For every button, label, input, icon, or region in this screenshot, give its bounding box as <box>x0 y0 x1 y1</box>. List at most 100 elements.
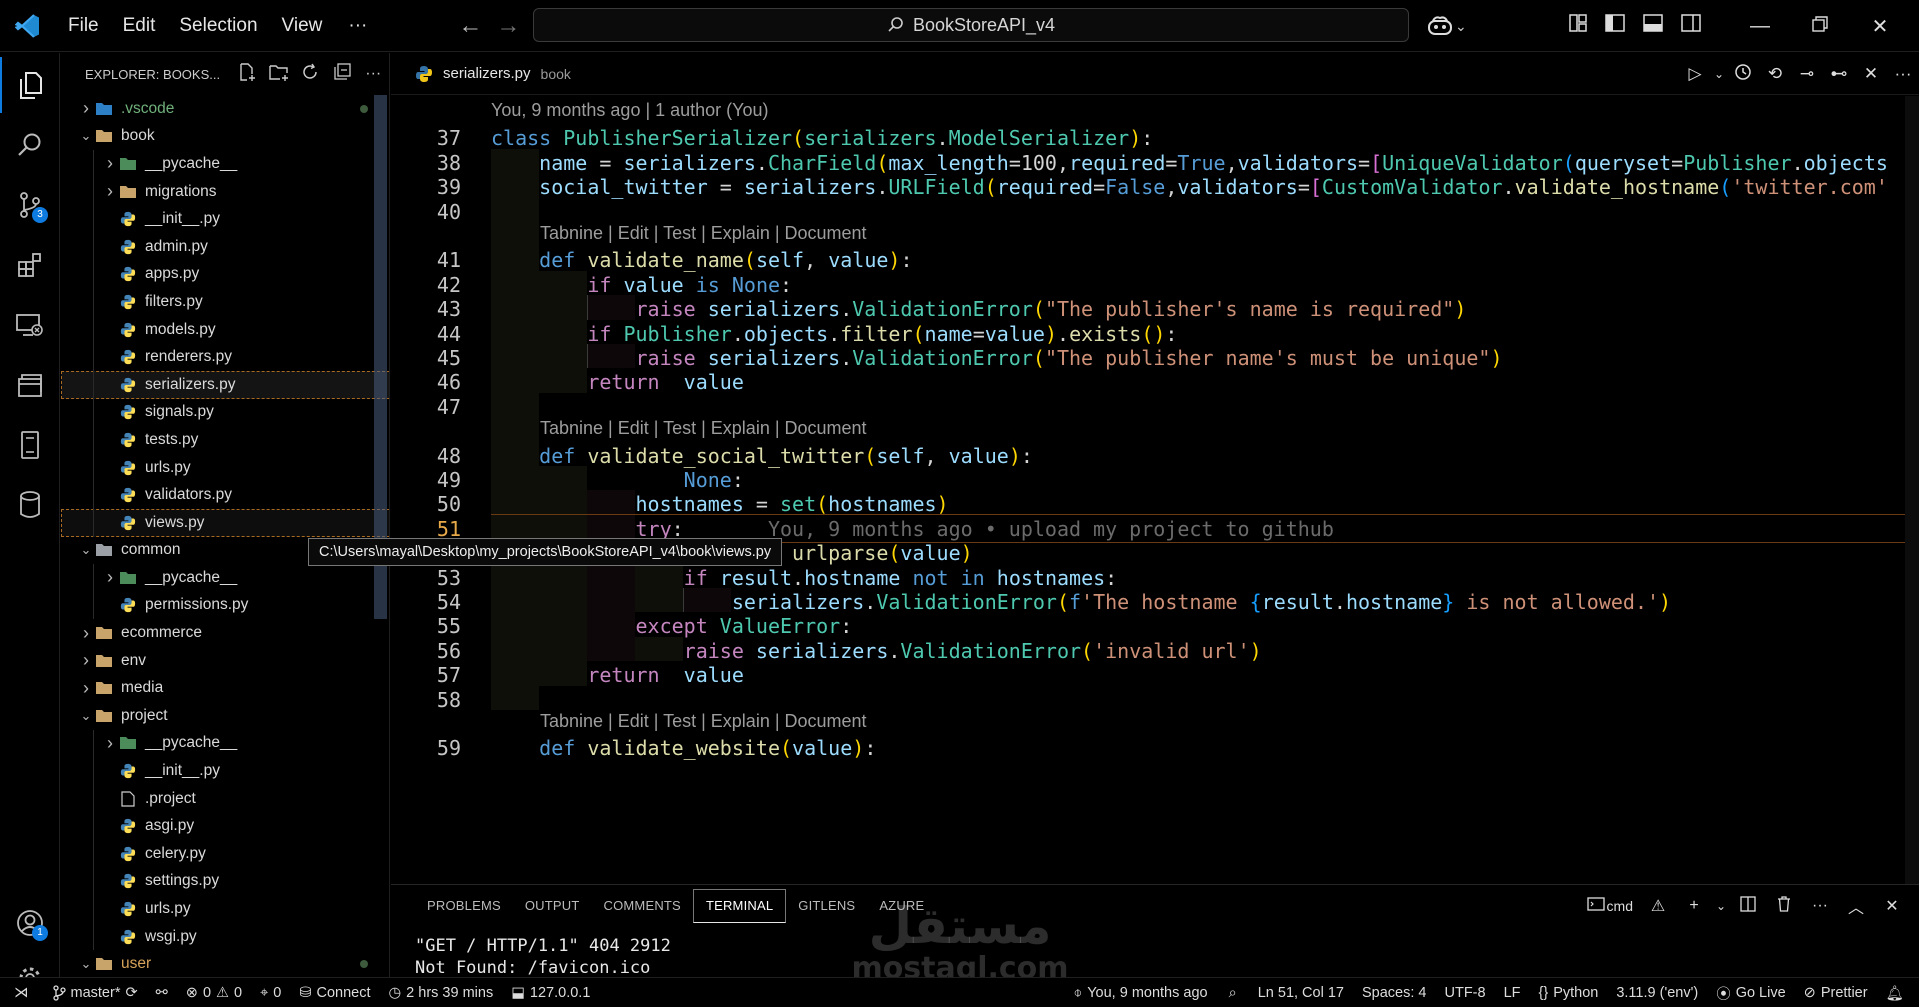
new-folder-icon[interactable] <box>263 63 294 86</box>
tree-file[interactable]: admin.py <box>61 232 389 261</box>
explorer-icon[interactable] <box>0 57 60 113</box>
toggle-panel-icon[interactable] <box>1634 14 1672 38</box>
cursor-position[interactable]: Ln 51, Col 17 <box>1249 985 1353 1001</box>
tree-folder[interactable]: › ecommerce <box>61 619 389 647</box>
panel-tab-comments[interactable]: COMMENTS <box>592 888 693 924</box>
code-line[interactable]: return value <box>491 370 744 394</box>
prettier-status[interactable]: ⊘ Prettier <box>1795 985 1877 1001</box>
copilot-menu[interactable]: ⌄ <box>1427 0 1467 52</box>
tree-file[interactable]: views.py <box>61 508 389 537</box>
code-line[interactable]: if result.hostname not in hostnames: <box>491 566 1118 590</box>
remote-indicator-icon[interactable]: ⋊ <box>0 985 43 1001</box>
code-line[interactable]: def validate_social_twitter(self, value)… <box>491 444 1033 468</box>
go-live-button[interactable]: ⦿ Go Live <box>1707 983 1794 1004</box>
tree-file[interactable]: apps.py <box>61 260 389 289</box>
tree-file[interactable]: filters.py <box>61 288 389 316</box>
source-control-icon[interactable]: 3 <box>0 177 60 233</box>
menu-file[interactable]: File <box>56 0 111 52</box>
language-mode[interactable]: {} Python <box>1530 985 1608 1001</box>
tree-file[interactable]: models.py <box>61 315 389 344</box>
code-editor[interactable]: You, 9 months ago | 1 author (You) 37 clas… <box>391 96 1919 884</box>
extensions-icon[interactable] <box>0 237 60 293</box>
close-tab-icon[interactable]: ✕ <box>1855 64 1887 84</box>
menu-selection[interactable]: Selection <box>167 0 269 52</box>
wakatime-indicator[interactable]: ◷ 2 hrs 39 mins <box>380 985 503 1001</box>
code-line[interactable]: hostnames = set(hostnames) <box>491 492 949 516</box>
menu-more-icon[interactable]: ··· <box>334 15 381 37</box>
panel-more-icon[interactable]: ··· <box>1803 897 1837 915</box>
code-line[interactable]: raise serializers.ValidationError("The p… <box>491 346 1503 370</box>
panel-tab-terminal[interactable]: TERMINAL <box>692 889 787 923</box>
git-blame-header[interactable]: You, 9 months ago | 1 author (You) <box>491 100 769 121</box>
zoom-icon[interactable]: ⌕ <box>1217 985 1249 1001</box>
editor-scrollbar[interactable] <box>1905 96 1919 884</box>
new-file-icon[interactable] <box>232 62 263 86</box>
tabs-view-icon[interactable] <box>0 357 60 413</box>
kill-terminal-icon[interactable] <box>1767 895 1801 917</box>
code-line[interactable]: def validate_website(value): <box>491 736 876 760</box>
tree-folder[interactable]: ⌄ book <box>61 123 389 151</box>
tree-folder[interactable]: › migrations <box>61 177 389 206</box>
tree-file[interactable]: __init__.py <box>61 205 389 233</box>
more-actions-icon[interactable]: ··· <box>358 65 389 83</box>
tree-file[interactable]: .project <box>61 784 389 813</box>
open-changes-icon[interactable]: ⊸ <box>1791 64 1823 84</box>
tabnine-codelens[interactable]: Tabnine | Edit | Test | Explain | Docume… <box>540 711 867 732</box>
code-line[interactable]: return value <box>491 663 744 687</box>
new-terminal-icon[interactable]: + <box>1677 897 1711 915</box>
panel-tab-azure[interactable]: AZURE <box>867 888 936 924</box>
connect-button[interactable]: ⛁ Connect <box>290 985 379 1001</box>
tree-file[interactable]: asgi.py <box>61 812 389 841</box>
tree-folder[interactable]: › .vscode <box>61 95 389 123</box>
warning-icon[interactable]: ⚠ <box>1641 896 1675 916</box>
split-terminal-icon[interactable] <box>1731 895 1765 917</box>
accounts-icon[interactable]: 1 <box>0 895 60 951</box>
menu-view[interactable]: View <box>270 0 335 52</box>
tree-file[interactable]: serializers.py <box>61 370 389 399</box>
end-of-line[interactable]: LF <box>1495 985 1530 1001</box>
code-line[interactable]: raise serializers.ValidationError("The p… <box>491 297 1467 321</box>
new-terminal-chevron-icon[interactable]: ⌄ <box>1713 899 1729 913</box>
code-line[interactable]: class PublisherSerializer(serializers.Mo… <box>491 126 1153 150</box>
tree-file[interactable]: signals.py <box>61 398 389 427</box>
device-icon[interactable] <box>0 417 60 473</box>
next-change-icon[interactable]: ⊷ <box>1823 64 1855 84</box>
editor-more-actions-icon[interactable]: ··· <box>1887 64 1919 84</box>
back-arrow-icon[interactable]: ← <box>451 12 489 40</box>
command-center-search[interactable]: BookStoreAPI_v4 <box>533 8 1409 42</box>
tree-folder[interactable]: › media <box>61 674 389 702</box>
tree-folder[interactable]: › __pycache__ <box>61 150 389 178</box>
maximize-panel-icon[interactable]: ︿ <box>1839 894 1873 918</box>
git-graph-icon[interactable]: ⚯ <box>147 985 177 1001</box>
tab-serializers-py[interactable]: serializers.py book <box>391 53 571 95</box>
tree-file[interactable]: settings.py <box>61 867 389 896</box>
code-line[interactable]: social_twitter = serializers.URLField(re… <box>491 175 1888 199</box>
search-view-icon[interactable] <box>0 117 60 173</box>
restore-icon[interactable] <box>1790 15 1850 38</box>
tree-file[interactable]: validators.py <box>61 481 389 509</box>
tree-folder[interactable]: › __pycache__ <box>61 729 389 758</box>
tabnine-codelens[interactable]: Tabnine | Edit | Test | Explain | Docume… <box>540 223 867 244</box>
code-line[interactable]: None: <box>491 468 744 492</box>
encoding[interactable]: UTF-8 <box>1435 985 1494 1001</box>
tree-file[interactable]: celery.py <box>61 840 389 868</box>
code-line[interactable]: raise serializers.ValidationError('inval… <box>491 639 1262 663</box>
collapse-all-icon[interactable] <box>326 62 357 86</box>
git-branch[interactable]: master* ⟳ <box>43 985 147 1001</box>
close-panel-icon[interactable]: ✕ <box>1875 896 1909 916</box>
toggle-primary-sidebar-icon[interactable] <box>1596 14 1634 38</box>
panel-tab-output[interactable]: OUTPUT <box>513 888 592 924</box>
tree-file[interactable]: urls.py <box>61 895 389 923</box>
code-line[interactable]: if value is None: <box>491 273 792 297</box>
code-line[interactable]: except ValueError: <box>491 614 853 638</box>
indentation[interactable]: Spaces: 4 <box>1353 985 1436 1001</box>
shell-name[interactable]: cmd <box>1607 898 1633 914</box>
close-window-icon[interactable]: ✕ <box>1850 14 1910 39</box>
code-line[interactable]: serializers.ValidationError(f'The hostna… <box>491 590 1671 614</box>
tabnine-codelens[interactable]: Tabnine | Edit | Test | Explain | Docume… <box>540 418 867 439</box>
tree-file[interactable]: urls.py <box>61 453 389 482</box>
tree-file[interactable]: __init__.py <box>61 757 389 785</box>
problems-indicator[interactable]: ⊗ 0 ⚠ 0 <box>177 985 251 1001</box>
notifications-bell-icon[interactable]: 🔔︎ <box>1877 985 1913 1002</box>
menu-edit[interactable]: Edit <box>111 0 168 52</box>
